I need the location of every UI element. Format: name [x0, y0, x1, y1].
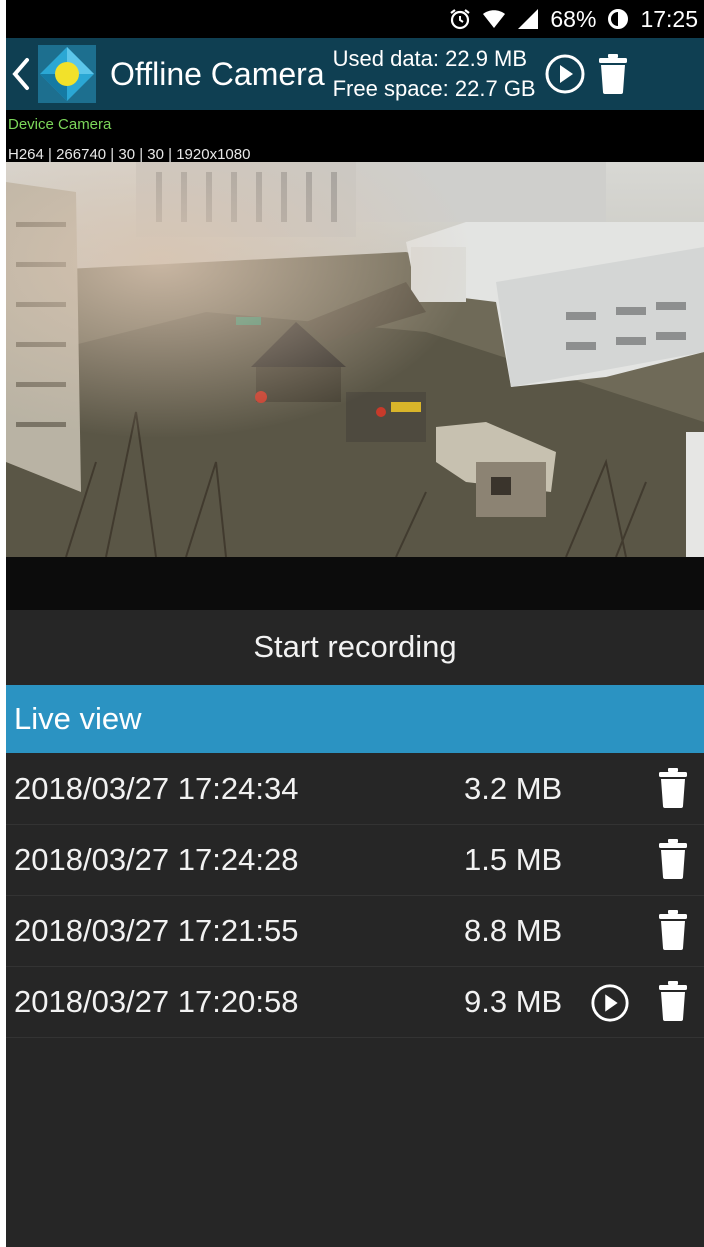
recording-size: 3.2 MB: [464, 771, 563, 806]
live-view-item[interactable]: Live view: [6, 685, 704, 753]
recording-row[interactable]: 2018/03/27 17:20:58 9.3 MB: [6, 967, 704, 1038]
app-screen: 68% 17:25 Offline Camera Used data: 22.9…: [6, 0, 704, 1247]
recording-size: 8.8 MB: [464, 913, 563, 948]
recording-timestamp: 2018/03/27 17:24:28: [14, 842, 299, 877]
chevron-left-icon: [12, 58, 29, 90]
trash-icon: [598, 54, 627, 94]
trash-icon[interactable]: [658, 981, 688, 1021]
play-icon: [545, 54, 585, 94]
play-icon[interactable]: [590, 983, 630, 1023]
camera-preview[interactable]: Device Camera H264 | 266740 | 30 | 30 | …: [6, 110, 704, 610]
trash-icon[interactable]: [658, 839, 688, 879]
signal-icon: [518, 9, 539, 29]
alarm-icon: [450, 9, 471, 30]
wifi-icon: [483, 10, 506, 28]
recording-timestamp: 2018/03/27 17:20:58: [14, 984, 299, 1019]
recording-row[interactable]: 2018/03/27 17:21:55 8.8 MB: [6, 896, 704, 967]
live-view-label: Live view: [14, 701, 142, 736]
back-button[interactable]: [6, 38, 36, 110]
app-title: Offline Camera: [110, 55, 325, 92]
camera-stream-info: H264 | 266740 | 30 | 30 | 1920x1080: [8, 146, 251, 163]
delete-all-button[interactable]: [590, 38, 636, 110]
battery-percent: 68%: [550, 5, 597, 32]
recordings-list: 2018/03/27 17:24:34 3.2 MB 2018/03/27 17…: [6, 754, 704, 1038]
play-all-button[interactable]: [540, 38, 590, 110]
recording-row[interactable]: 2018/03/27 17:24:28 1.5 MB: [6, 825, 704, 896]
trash-icon[interactable]: [658, 768, 688, 808]
recording-timestamp: 2018/03/27 17:21:55: [14, 913, 299, 948]
trash-icon[interactable]: [658, 910, 688, 950]
clock: 17:25: [640, 5, 698, 32]
app-logo-icon: [38, 45, 96, 103]
storage-stats: Used data: 22.9 MB Free space: 22.7 GB: [333, 44, 536, 104]
battery-icon: [608, 9, 629, 29]
camera-name: Device Camera: [8, 116, 112, 133]
start-recording-button[interactable]: Start recording: [6, 612, 704, 682]
preview-footer: [6, 557, 704, 610]
used-data: Used data: 22.9 MB: [332, 46, 528, 71]
recording-size: 9.3 MB: [464, 984, 563, 1019]
free-space: Free space: 22.7 GB: [332, 76, 536, 101]
recording-size: 1.5 MB: [464, 842, 563, 877]
action-bar: Offline Camera Used data: 22.9 MB Free s…: [6, 38, 704, 110]
recording-timestamp: 2018/03/27 17:24:34: [14, 771, 299, 806]
video-frame: [6, 162, 704, 557]
status-bar: 68% 17:25: [6, 0, 704, 38]
recording-row[interactable]: 2018/03/27 17:24:34 3.2 MB: [6, 754, 704, 825]
